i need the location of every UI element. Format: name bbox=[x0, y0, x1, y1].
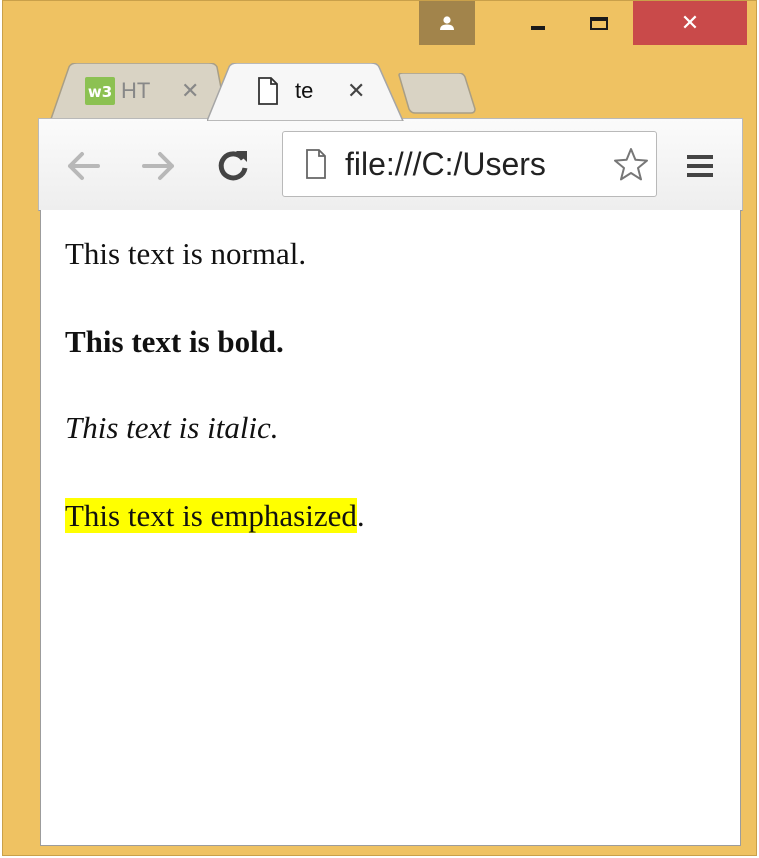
emphasized-paragraph: This text is emphasized. bbox=[65, 498, 365, 534]
reload-button[interactable] bbox=[211, 119, 255, 212]
profile-button[interactable] bbox=[419, 1, 475, 45]
reload-icon bbox=[218, 150, 248, 180]
tab-label: HT bbox=[121, 78, 151, 103]
close-icon: ✕ bbox=[680, 10, 700, 36]
forward-button[interactable] bbox=[137, 119, 181, 212]
tab-label: te bbox=[295, 78, 314, 103]
svg-text:w3: w3 bbox=[88, 83, 112, 101]
tab-close-icon[interactable]: ✕ bbox=[181, 79, 199, 104]
emphasized-period: . bbox=[356, 498, 365, 533]
back-arrow-icon bbox=[68, 151, 100, 180]
close-window-button[interactable]: ✕ bbox=[633, 1, 747, 45]
bookmark-star-icon[interactable] bbox=[612, 146, 650, 184]
url-text[interactable]: file:///C:/Users bbox=[345, 132, 546, 196]
minimize-icon bbox=[531, 26, 545, 30]
page-content: This text is normal. This text is bold. … bbox=[40, 210, 741, 846]
maximize-icon bbox=[590, 16, 608, 30]
back-button[interactable] bbox=[61, 119, 105, 212]
w3-icon: w3 bbox=[85, 77, 115, 105]
emphasized-text: This text is emphasized bbox=[65, 498, 357, 533]
browser-toolbar: file:///C:/Users bbox=[38, 118, 743, 211]
minimize-button[interactable] bbox=[513, 1, 563, 45]
page-icon bbox=[306, 149, 326, 179]
bold-text: This text is bold. bbox=[65, 324, 284, 359]
normal-text: This text is normal. bbox=[65, 236, 307, 271]
new-tab-button[interactable] bbox=[395, 73, 477, 115]
page-icon bbox=[258, 77, 278, 105]
forward-arrow-icon bbox=[142, 151, 174, 180]
maximize-button[interactable] bbox=[571, 1, 627, 45]
address-bar[interactable]: file:///C:/Users bbox=[282, 131, 657, 197]
hamburger-menu-icon bbox=[687, 154, 713, 177]
browser-window-frame: ✕ w3 HT ✕ te ✕ file:///C:/Users This tex… bbox=[2, 0, 757, 856]
tab-active-text[interactable]: te ✕ bbox=[207, 63, 407, 121]
italic-text: This text is italic. bbox=[65, 410, 279, 445]
tab-w3schools[interactable]: w3 HT ✕ bbox=[49, 63, 229, 119]
user-icon bbox=[440, 16, 454, 30]
menu-button[interactable] bbox=[675, 119, 725, 212]
tab-close-icon[interactable]: ✕ bbox=[347, 79, 365, 104]
